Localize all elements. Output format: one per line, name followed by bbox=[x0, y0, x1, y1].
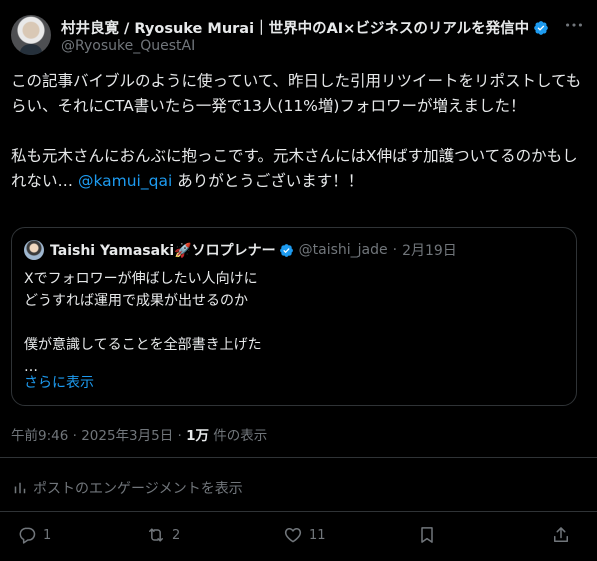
reply-icon bbox=[19, 527, 36, 544]
reply-button[interactable]: 1 bbox=[17, 525, 51, 545]
repost-count: 2 bbox=[172, 527, 181, 543]
quoted-verified-badge-icon bbox=[279, 243, 293, 257]
quoted-post-text: Xでフォロワーが伸ばしたい人向けに どうすれば運用で成果が出せるのか 僕が意識し… bbox=[24, 268, 564, 378]
verified-badge-icon bbox=[534, 20, 549, 35]
reply-count: 1 bbox=[43, 527, 52, 543]
post-timestamp[interactable]: 午前9:46 · 2025年3月5日 · bbox=[11, 428, 186, 444]
like-count: 11 bbox=[309, 527, 326, 543]
analytics-icon bbox=[14, 482, 26, 494]
mention-link[interactable]: @kamui_qai bbox=[78, 172, 172, 190]
quoted-line-1: Xでフォロワーが伸ばしたい人向けに bbox=[24, 271, 258, 287]
author-handle[interactable]: @Ryosuke_QuestAI bbox=[61, 38, 195, 54]
share-icon bbox=[554, 527, 568, 542]
quoted-line-2: どうすれば運用で成果が出せるのか bbox=[24, 293, 248, 309]
quoted-line-4: … bbox=[24, 359, 38, 375]
post-paragraph-2: 私も元木さんにおんぶに抱っこです。元木さんにはX伸ばす加護ついてるのかもしれない… bbox=[11, 144, 586, 194]
view-engagements-link[interactable]: ポストのエンゲージメントを表示 bbox=[11, 478, 243, 498]
divider bbox=[0, 511, 597, 512]
quoted-date: 2月19日 bbox=[402, 243, 457, 259]
bookmark-button[interactable] bbox=[417, 525, 437, 545]
views-count: 1万 bbox=[186, 428, 210, 444]
author-name-row: 村井良寛 / Ryosuke Murai｜世界中のAI×ビジネスのリアルを発信中 bbox=[61, 17, 549, 38]
heart-icon bbox=[284, 528, 302, 543]
action-bar: 1 2 11 bbox=[0, 525, 597, 553]
like-button[interactable]: 11 bbox=[283, 525, 326, 545]
quoted-separator: · bbox=[392, 242, 398, 258]
views-label: 件の表示 bbox=[209, 428, 268, 444]
show-more-link[interactable]: さらに表示 bbox=[24, 372, 94, 392]
quoted-author-name: Taishi Yamasaki🚀ソロプレナー bbox=[50, 243, 276, 259]
share-button[interactable] bbox=[551, 525, 571, 545]
post-paragraph-1: この記事バイブルのように使っていて、昨日した引用リツイートをリポストしてもらい、… bbox=[11, 72, 582, 115]
repost-icon bbox=[149, 528, 163, 542]
more-options-icon[interactable] bbox=[563, 14, 585, 36]
post-meta: 午前9:46 · 2025年3月5日 · 1万 件の表示 bbox=[11, 424, 267, 444]
quoted-post-header: Taishi Yamasaki🚀ソロプレナー @taishi_jade · 2月… bbox=[24, 240, 457, 260]
quoted-author-handle: @taishi_jade bbox=[298, 242, 388, 258]
bookmark-icon bbox=[421, 527, 433, 543]
post-paragraph-2-end: ありがとうございます！！ bbox=[172, 172, 364, 190]
author-avatar[interactable] bbox=[11, 15, 51, 55]
post-text: この記事バイブルのように使っていて、昨日した引用リツイートをリポストしてもらい、… bbox=[11, 69, 586, 194]
quoted-author-avatar bbox=[24, 240, 44, 260]
quoted-post[interactable]: Taishi Yamasaki🚀ソロプレナー @taishi_jade · 2月… bbox=[11, 227, 577, 406]
repost-button[interactable]: 2 bbox=[146, 525, 180, 545]
post-header: 村井良寛 / Ryosuke Murai｜世界中のAI×ビジネスのリアルを発信中… bbox=[11, 12, 591, 60]
author-name[interactable]: 村井良寛 / Ryosuke Murai｜世界中のAI×ビジネスのリアルを発信中 bbox=[61, 17, 529, 38]
view-engagements-label: ポストのエンゲージメントを表示 bbox=[33, 481, 243, 497]
quoted-line-3: 僕が意識してることを全部書き上げた bbox=[24, 337, 262, 353]
divider bbox=[0, 457, 597, 458]
